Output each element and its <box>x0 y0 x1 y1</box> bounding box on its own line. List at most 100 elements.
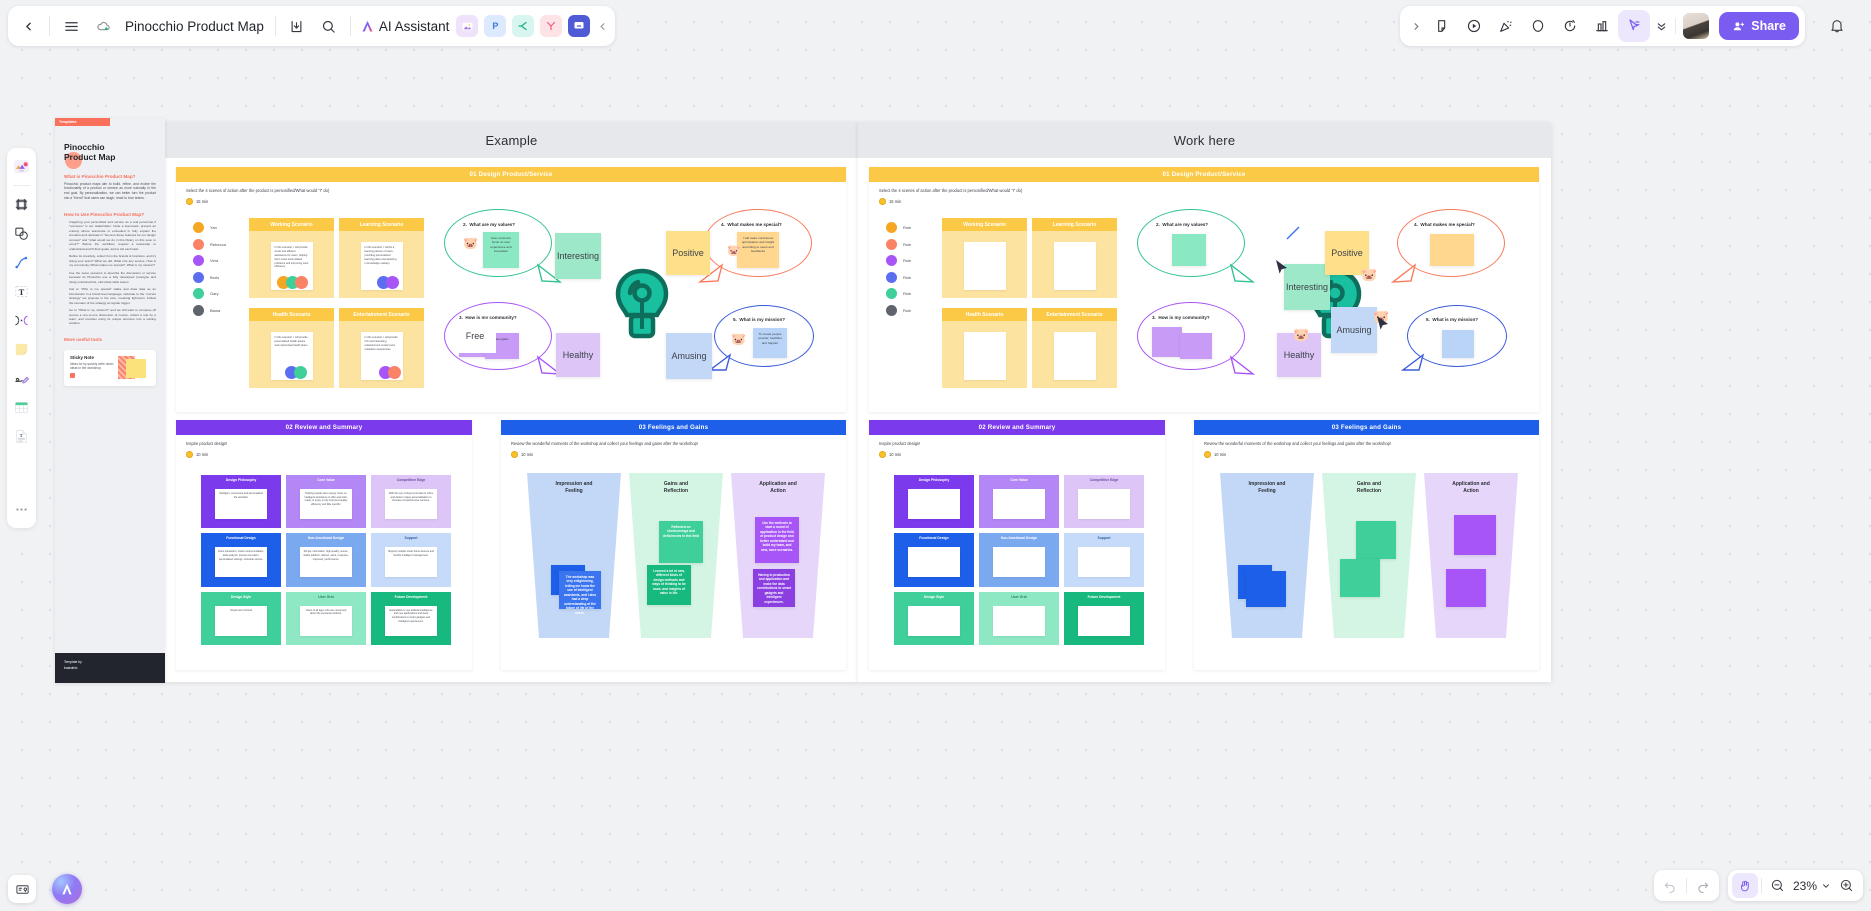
funnel-application[interactable]: Application and Action Use the methods t… <box>731 473 825 638</box>
feeling-note-amusing[interactable]: Amusing <box>666 333 712 379</box>
review-cell[interactable]: Functional Design Voice interaction, smar… <box>201 533 281 587</box>
play-record-icon[interactable] <box>1458 10 1490 42</box>
section-01-example[interactable]: 01 Design Product/Service Select the 4 s… <box>176 167 846 412</box>
tool-sticky-note[interactable] <box>9 336 34 363</box>
review-cell-note[interactable]: With the use of deep-level data to refin… <box>384 489 438 519</box>
funnel-note[interactable]: The workshop was very enlightening, lett… <box>559 571 601 615</box>
zoom-dropdown-icon[interactable] <box>1819 873 1833 898</box>
tool-mindmap[interactable] <box>9 307 34 334</box>
bubble-note-blank[interactable] <box>1180 333 1212 359</box>
tool-more[interactable] <box>9 496 34 523</box>
tool-document[interactable]: T <box>9 423 34 450</box>
tool-table[interactable] <box>9 394 34 421</box>
review-cell[interactable]: Future Development <box>1064 591 1144 645</box>
timer-icon[interactable] <box>1554 10 1586 42</box>
bubble-note-blank[interactable] <box>1430 234 1474 266</box>
back-icon[interactable] <box>12 10 44 42</box>
scenario-card-health[interactable]: Health Scenario <box>942 308 1027 388</box>
list-item[interactable]: Role <box>886 271 911 283</box>
example-board[interactable]: Example 01 Design Product/Service Select… <box>165 122 858 682</box>
comment-bubble-icon[interactable] <box>1522 10 1554 42</box>
scenario-card-entertainment[interactable]: Entertainment Scenario <box>1032 308 1117 388</box>
review-cell-note-blank[interactable] <box>992 605 1046 636</box>
review-cell[interactable]: Non-functional Design Simple, informative… <box>286 533 366 587</box>
presentation-applet[interactable]: P <box>484 15 507 37</box>
funnel-note-blank[interactable] <box>1246 571 1286 607</box>
review-cell-note[interactable]: Expandable to use artificial intelligenc… <box>384 605 438 636</box>
review-cell[interactable]: User Grid Users of all ages who are conce… <box>286 591 366 645</box>
section-03-work[interactable]: 03 Feelings and Gains Review the wonderf… <box>1194 420 1539 670</box>
feeling-note-interesting[interactable]: Interesting <box>555 233 601 279</box>
template-info-card[interactable]: Templates Pinocchio Product Map What is … <box>55 118 165 683</box>
review-cell[interactable]: Functional Design <box>894 533 974 587</box>
review-cell-note-blank[interactable] <box>992 489 1046 519</box>
redo-button[interactable] <box>1690 873 1716 898</box>
feeling-note-healthy[interactable]: Healthy <box>556 333 600 377</box>
review-cell[interactable]: Support Support multiple smart home devic… <box>371 533 451 587</box>
tool-frame[interactable] <box>9 191 34 218</box>
review-cell-note[interactable]: Users of all ages who are concerned abou… <box>299 605 353 636</box>
review-cell[interactable]: Design Philosophy <box>894 475 974 529</box>
review-cell-note-blank[interactable] <box>992 547 1046 578</box>
review-cell-note-blank[interactable] <box>1077 605 1131 636</box>
review-cell-note-blank[interactable] <box>907 489 961 519</box>
review-cell[interactable]: Design Philosophy Intelligent, convenient… <box>201 475 281 529</box>
funnel-note[interactable]: Having in production and application and… <box>753 569 795 607</box>
funnel-note[interactable]: Reflected on shortcomings and deficienci… <box>659 521 703 563</box>
review-cell[interactable]: Future Development Expandable to use arti… <box>371 591 451 645</box>
review-cell-note[interactable]: Simple, informative, high-quality, secur… <box>299 547 353 578</box>
review-cell-note[interactable]: Simple and minimal <box>214 605 268 636</box>
list-item[interactable]: Role <box>886 238 911 250</box>
undo-button[interactable] <box>1657 873 1683 898</box>
document-title[interactable]: Pinocchio Product Map <box>119 19 270 34</box>
section-01-work[interactable]: 01 Design Product/Service Select the 4 s… <box>869 167 1539 412</box>
scenario-card-learning[interactable]: Learning Scenario In this scenario, I wi… <box>339 218 424 298</box>
tool-connector[interactable] <box>9 249 34 276</box>
funnel-application[interactable]: Application and Action <box>1424 473 1518 638</box>
more-tools-icon[interactable] <box>1650 10 1672 42</box>
scenario-card-entertainment[interactable]: Entertainment Scenario In this scenario,… <box>339 308 424 388</box>
review-cell[interactable]: Support <box>1064 533 1144 587</box>
section-02-example[interactable]: 02 Review and Summary Inspire product de… <box>176 420 472 670</box>
download-icon[interactable] <box>281 10 313 42</box>
funnel-gains[interactable]: Gains and Reflection Reflected on shortc… <box>629 473 723 638</box>
review-cell-note-blank[interactable] <box>907 547 961 578</box>
share-button[interactable]: Share <box>1719 12 1799 40</box>
review-cell[interactable]: Non-functional Design <box>979 533 1059 587</box>
tool-text[interactable]: T <box>9 278 34 305</box>
scenario-note-blank[interactable] <box>963 242 1006 290</box>
review-cell[interactable]: Core Value Helping people save energy, fo… <box>286 475 366 529</box>
feeling-note-positive[interactable]: Positive <box>666 231 710 275</box>
review-cell[interactable]: Competitive Edge With the use of deep-lev… <box>371 475 451 529</box>
hand-tool-button[interactable] <box>1731 873 1758 898</box>
list-item[interactable]: Gary <box>193 288 226 299</box>
ai-assistant-button[interactable] <box>52 874 82 904</box>
scenario-card-health[interactable]: Health Scenario In this scenario, I will… <box>249 308 334 388</box>
scenario-card-working[interactable]: Working Scenario <box>942 218 1027 298</box>
vote-chart-icon[interactable] <box>1586 10 1618 42</box>
image-applet[interactable] <box>456 15 479 37</box>
funnel-impression[interactable]: Impression and Feeling <box>1220 473 1314 638</box>
review-cell[interactable]: Competitive Edge <box>1064 475 1144 529</box>
funnel-note[interactable]: Learned a lot of new, different kinds of… <box>647 565 691 605</box>
funnel-note-blank[interactable] <box>1446 569 1486 607</box>
review-cell-note[interactable]: Helping people save energy, focus on int… <box>299 489 353 519</box>
review-cell-note-blank[interactable] <box>1077 547 1131 578</box>
list-item[interactable]: Boris <box>193 271 226 283</box>
review-cell-note[interactable]: Intelligent, convenient and personalised… <box>214 489 268 519</box>
scenario-note-blank[interactable] <box>1053 332 1096 380</box>
comment-applet[interactable]: aa <box>568 15 591 37</box>
collapse-applets-icon[interactable] <box>593 10 611 42</box>
list-item[interactable]: Biana <box>193 304 226 316</box>
review-cell-note[interactable]: Voice interaction, smart recommendation,… <box>214 547 268 578</box>
bubble-note[interactable]: User-centered, focus on user experience … <box>483 232 519 268</box>
expand-toolbar-icon[interactable] <box>1406 10 1426 42</box>
search-icon[interactable] <box>313 10 345 42</box>
review-cell[interactable]: Core Value <box>979 475 1059 529</box>
list-item[interactable]: Vera <box>193 255 226 266</box>
funnel-note[interactable]: Use the methods to start a round of appl… <box>755 517 799 563</box>
zoom-level-value[interactable]: 23% <box>1791 879 1819 893</box>
feeling-note-free[interactable]: Free <box>454 319 496 353</box>
funnel-note-blank[interactable] <box>1340 559 1380 597</box>
funnel-note-blank[interactable] <box>1356 521 1396 559</box>
